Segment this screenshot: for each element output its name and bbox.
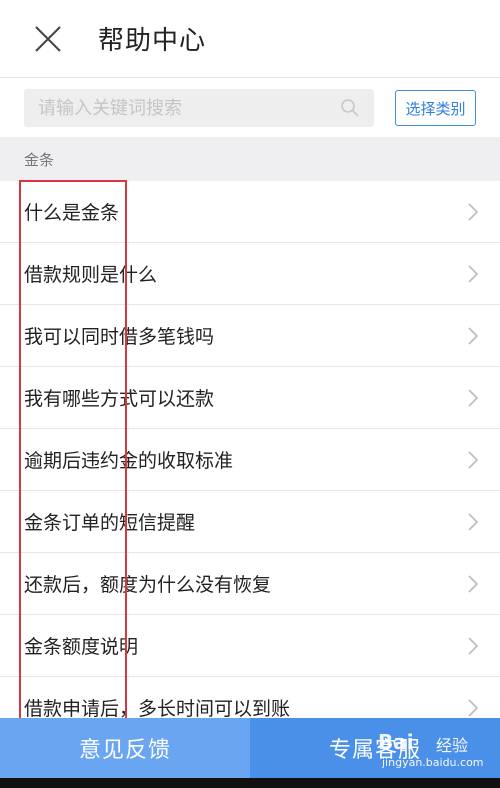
list-item-label: 金条额度说明 — [24, 636, 139, 658]
faq-list: 什么是金条 借款规则是什么 我可以同时借多笔钱吗 我有哪些方式可以还款 逾期后违… — [0, 181, 500, 739]
list-item[interactable]: 金条额度说明 — [0, 615, 500, 677]
list-item[interactable]: 逾期后违约金的收取标准 — [0, 429, 500, 491]
list-item-label: 借款规则是什么 — [24, 264, 158, 286]
customer-service-button[interactable]: 专属客服 — [250, 718, 500, 778]
bottom-bar: 意见反馈 专属客服 — [0, 718, 500, 778]
select-category-button[interactable]: 选择类别 — [395, 90, 476, 126]
search-input[interactable] — [38, 97, 328, 119]
list-item-label: 金条订单的短信提醒 — [24, 512, 196, 534]
chevron-right-icon — [468, 637, 478, 655]
list-item[interactable]: 还款后，额度为什么没有恢复 — [0, 553, 500, 615]
chevron-right-icon — [468, 265, 478, 283]
feedback-button[interactable]: 意见反馈 — [0, 718, 250, 778]
chevron-right-icon — [468, 203, 478, 221]
chevron-right-icon — [468, 699, 478, 717]
close-icon — [35, 25, 61, 52]
list-item[interactable]: 我有哪些方式可以还款 — [0, 367, 500, 429]
list-item-label: 还款后，额度为什么没有恢复 — [24, 574, 272, 596]
search-bar: 选择类别 — [0, 79, 500, 137]
close-button[interactable] — [18, 9, 78, 69]
list-item-label: 我有哪些方式可以还款 — [24, 388, 215, 410]
search-icon[interactable] — [340, 98, 360, 118]
list-item-label: 我可以同时借多笔钱吗 — [24, 326, 215, 348]
list-item[interactable]: 借款规则是什么 — [0, 243, 500, 305]
chevron-right-icon — [468, 513, 478, 531]
list-item-label: 什么是金条 — [24, 202, 120, 224]
chevron-right-icon — [468, 327, 478, 345]
bottom-strip — [0, 778, 500, 788]
header: 帮助中心 — [0, 0, 500, 78]
page-title: 帮助中心 — [98, 26, 207, 56]
list-item-label: 逾期后违约金的收取标准 — [24, 450, 234, 472]
chevron-right-icon — [468, 451, 478, 469]
list-item[interactable]: 我可以同时借多笔钱吗 — [0, 305, 500, 367]
list-item[interactable]: 金条订单的短信提醒 — [0, 491, 500, 553]
chevron-right-icon — [468, 575, 478, 593]
chevron-right-icon — [468, 389, 478, 407]
search-box[interactable] — [24, 89, 374, 127]
list-item-label: 借款申请后，多长时间可以到账 — [24, 698, 291, 720]
list-item[interactable]: 什么是金条 — [0, 181, 500, 243]
section-header: 金条 — [0, 137, 500, 181]
